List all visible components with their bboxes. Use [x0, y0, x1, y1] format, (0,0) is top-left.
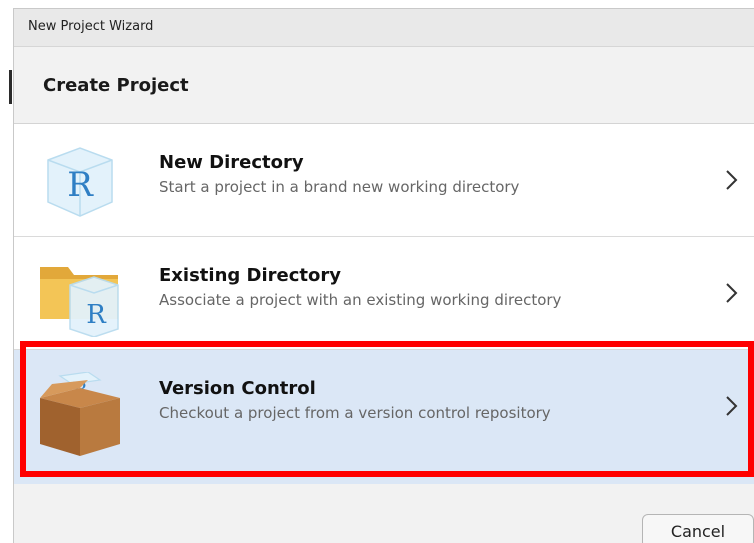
- option-description: Associate a project with an existing wor…: [159, 291, 562, 309]
- option-title: Version Control: [159, 378, 316, 399]
- svg-text:R: R: [67, 165, 94, 205]
- chevron-right-icon: [726, 396, 738, 416]
- r-cube-icon: R: [47, 147, 113, 217]
- new-project-wizard-dialog: New Project Wizard Create Project R New …: [13, 8, 754, 543]
- page-title: Create Project: [43, 75, 189, 96]
- dialog-header: Create Project: [14, 47, 754, 124]
- chevron-right-icon: [726, 283, 738, 303]
- folder-r-icon: R: [40, 267, 119, 337]
- project-type-list: R New Directory Start a project in a bra…: [14, 124, 754, 484]
- dialog-titlebar: New Project Wizard: [14, 9, 754, 47]
- background-edge-mark: [9, 70, 12, 104]
- option-new-directory[interactable]: R New Directory Start a project in a bra…: [14, 124, 754, 237]
- dialog-footer: Cancel: [14, 484, 754, 543]
- svg-text:R: R: [86, 300, 107, 330]
- cancel-button[interactable]: Cancel: [642, 514, 754, 543]
- option-existing-directory[interactable]: R Existing Directory Associate a project…: [14, 237, 754, 350]
- box-r-icon: R: [40, 372, 120, 456]
- chevron-right-icon: [726, 170, 738, 190]
- dialog-title: New Project Wizard: [28, 19, 154, 34]
- option-title: New Directory: [159, 152, 304, 173]
- option-description: Checkout a project from a version contro…: [159, 404, 551, 422]
- option-version-control[interactable]: R Version Control Checkout a project fro…: [14, 350, 754, 484]
- option-title: Existing Directory: [159, 265, 341, 286]
- option-description: Start a project in a brand new working d…: [159, 178, 520, 196]
